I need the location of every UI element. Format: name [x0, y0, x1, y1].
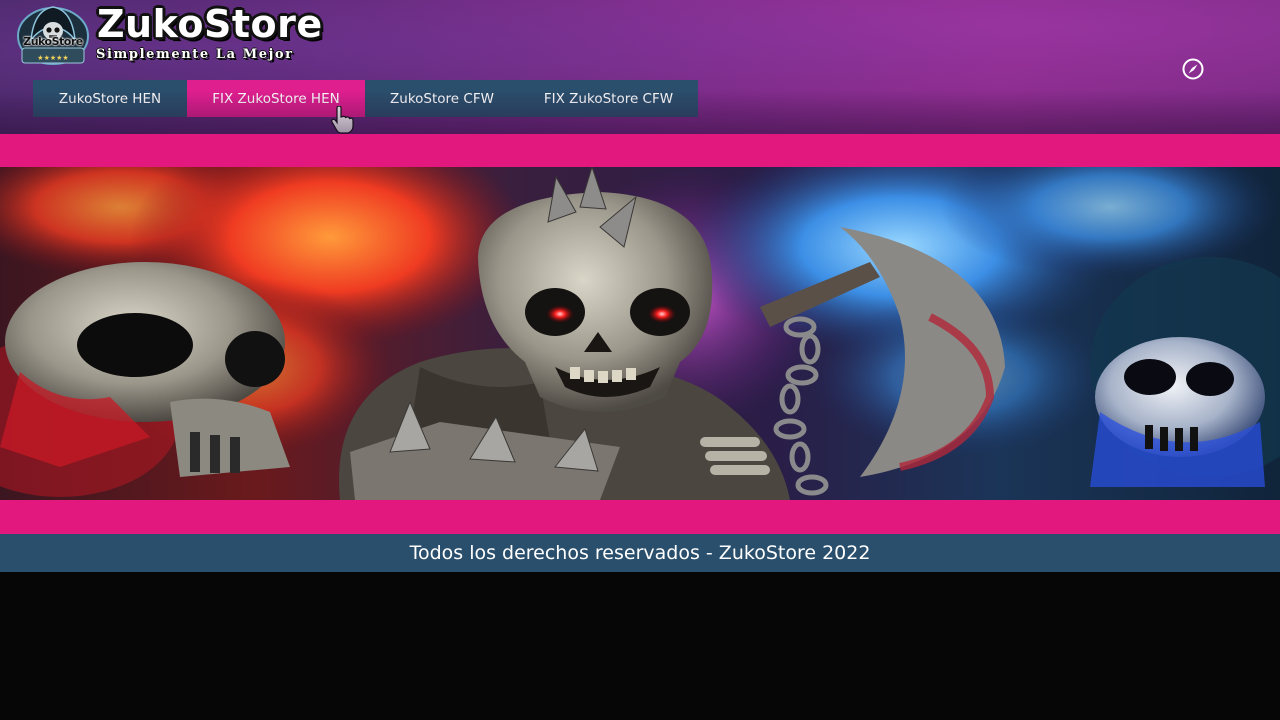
- tab-zukostore-hen[interactable]: ZukoStore HEN: [33, 80, 187, 117]
- site-header: ★★★★★ ZukoStore ZukoStore Simplemente La…: [0, 0, 1280, 134]
- compass-icon[interactable]: [1181, 57, 1205, 81]
- hand-pointer-icon: [331, 106, 354, 134]
- tab-fix-zukostore-hen[interactable]: FIX ZukoStore HEN: [187, 80, 365, 117]
- site-tagline: Simplemente La Mejor: [96, 47, 294, 62]
- copyright-text: Todos los derechos reservados - ZukoStor…: [409, 542, 871, 564]
- site-footer: Todos los derechos reservados - ZukoStor…: [0, 534, 1280, 572]
- skull-warrior-banner-icon: [0, 167, 1280, 500]
- svg-text:★★★★★: ★★★★★: [37, 54, 68, 62]
- site-title[interactable]: ZukoStore: [97, 2, 323, 46]
- pink-stripe-bottom: [0, 500, 1280, 534]
- logo-badge[interactable]: ★★★★★ ZukoStore: [16, 4, 90, 66]
- hero-banner: [0, 167, 1280, 500]
- main-nav: ZukoStore HEN FIX ZukoStore HEN ZukoStor…: [33, 80, 698, 117]
- page-background: [0, 572, 1280, 720]
- tab-zukostore-cfw[interactable]: ZukoStore CFW: [365, 80, 519, 117]
- logo-badge-text: ZukoStore: [23, 35, 83, 48]
- pink-stripe-top: [0, 134, 1280, 167]
- tab-fix-zukostore-cfw[interactable]: FIX ZukoStore CFW: [519, 80, 698, 117]
